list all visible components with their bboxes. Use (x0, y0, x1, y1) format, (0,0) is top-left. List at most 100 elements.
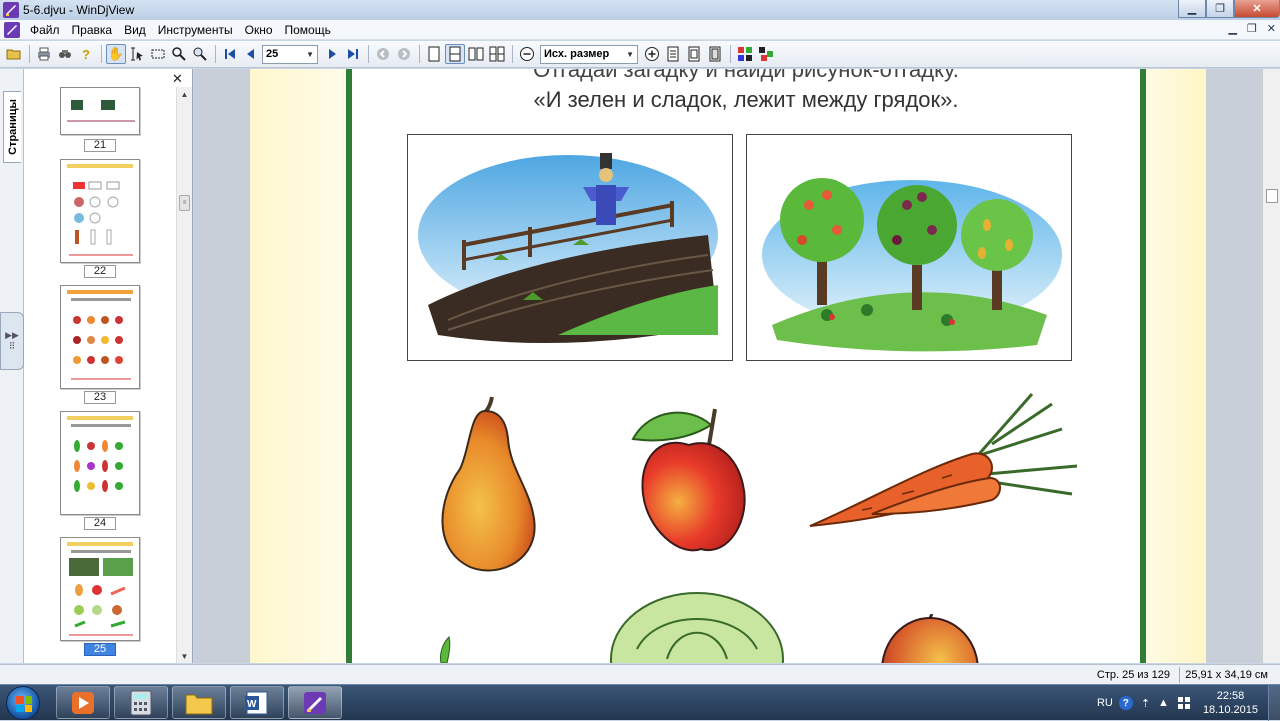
menu-window[interactable]: Окно (239, 20, 279, 40)
taskbar-explorer[interactable] (172, 686, 226, 719)
open-icon[interactable] (4, 44, 24, 64)
menu-file[interactable]: Файл (24, 20, 66, 40)
thumbnail-label-23[interactable]: 23 (84, 391, 116, 404)
network-icon[interactable] (1177, 696, 1191, 710)
help-icon[interactable]: ? (76, 44, 96, 64)
clock-date: 18.10.2015 (1202, 704, 1258, 716)
media-player-icon (72, 691, 94, 714)
taskbar-calculator[interactable] (114, 686, 168, 719)
input-method-icon[interactable]: ⇡ (1141, 697, 1150, 710)
forward-icon[interactable] (394, 44, 414, 64)
document-page: Отгадай загадку и найди рисунок-отгадку.… (250, 69, 1206, 663)
close-button[interactable]: ✕ (1234, 0, 1280, 18)
windows-logo-icon (16, 696, 32, 712)
calculator-icon (130, 690, 152, 715)
find-icon[interactable] (55, 44, 75, 64)
text-select-icon[interactable] (127, 44, 147, 64)
page-number-combo[interactable]: 25 ▼ (262, 44, 318, 64)
zoom-icon[interactable] (169, 44, 189, 64)
pages-sidebar: Страницы ▶▶ ⠿ ✕ 21 22 23 24 25 ▲ ≡ ▼ (0, 69, 193, 663)
taskbar-media-player[interactable] (56, 686, 110, 719)
windjview-app-icon[interactable] (3, 2, 19, 18)
sidebar-close-icon[interactable]: ✕ (172, 71, 183, 87)
menu-view[interactable]: Вид (118, 20, 152, 40)
thumbnail-label-24[interactable]: 24 (84, 517, 116, 530)
zoom-out-icon[interactable] (517, 44, 537, 64)
toolbar: ? ✋ 25 ▼ Исх. размер ▼ (0, 41, 1280, 68)
fit-width-icon[interactable] (684, 44, 704, 64)
doc-minimize-icon[interactable]: ▁ (1228, 22, 1236, 35)
page-border-right (1140, 69, 1146, 663)
thumbnail-scrollbar[interactable]: ▲ ≡ ▼ (176, 87, 192, 663)
taskbar-windjview[interactable] (288, 686, 342, 719)
help-tray-icon[interactable]: ? (1118, 696, 1133, 710)
thumbnail-page-22[interactable] (60, 159, 140, 263)
sidebar-collapse-handle[interactable]: ▶▶ ⠿ (0, 312, 24, 370)
single-page-icon[interactable] (424, 44, 444, 64)
clock[interactable]: 22:58 18.10.2015 (1203, 689, 1258, 717)
menu-tools[interactable]: Инструменты (152, 20, 239, 40)
scroll-up-icon[interactable]: ▲ (177, 87, 192, 101)
taskbar: W RU ? ⇡ ▲ 22:58 18.10.2015 (0, 684, 1280, 721)
document-scrollbar[interactable] (1262, 69, 1280, 663)
chevron-down-icon: ▼ (626, 49, 634, 59)
svg-text:W: W (247, 699, 257, 710)
fit-page-icon[interactable] (663, 44, 683, 64)
doc-close-icon[interactable]: ✕ (1267, 22, 1276, 35)
peach-picture (881, 614, 979, 663)
show-desktop-button[interactable] (1268, 685, 1280, 721)
first-page-icon[interactable] (220, 44, 240, 64)
taskbar-word[interactable]: W (230, 686, 284, 719)
system-tray: RU ? ⇡ ▲ 22:58 18.10.2015 (1097, 685, 1280, 721)
facing-pages-icon[interactable] (466, 44, 486, 64)
menu-edit[interactable]: Правка (66, 20, 119, 40)
cabbage-picture (610, 592, 784, 663)
prev-page-icon[interactable] (241, 44, 261, 64)
scarecrow-garden-picture (407, 134, 733, 361)
continuous-facing-icon[interactable] (487, 44, 507, 64)
document-scroll-thumb[interactable] (1266, 189, 1278, 203)
next-page-icon[interactable] (322, 44, 342, 64)
clock-time: 22:58 (1216, 690, 1245, 702)
document-menu-icon[interactable] (4, 21, 20, 38)
language-indicator[interactable]: RU (1097, 697, 1113, 709)
scroll-thumb[interactable]: ≡ (179, 195, 190, 211)
thumbnail-page-23[interactable] (60, 285, 140, 389)
windjview-taskbar-icon (304, 691, 326, 714)
last-page-icon[interactable] (343, 44, 363, 64)
continuous-icon[interactable] (445, 44, 465, 64)
thumbnail-page-25[interactable] (60, 537, 140, 641)
page-info: Стр. 25 из 129 (1096, 669, 1170, 681)
maximize-button[interactable]: ❐ (1206, 0, 1234, 18)
back-icon[interactable] (373, 44, 393, 64)
display-mode-icon[interactable] (756, 44, 776, 64)
rect-select-icon[interactable] (148, 44, 168, 64)
start-button[interactable] (6, 686, 40, 720)
thumbnail-page-21[interactable] (60, 87, 140, 135)
apple-picture (631, 408, 746, 552)
zoom-in-icon[interactable] (642, 44, 662, 64)
zoom-combo[interactable]: Исх. размер ▼ (540, 44, 638, 64)
word-icon: W (245, 691, 268, 714)
fruit-orchard-picture (746, 134, 1072, 361)
thumbnail-label-25[interactable]: 25 (84, 643, 116, 656)
print-icon[interactable] (34, 44, 54, 64)
menu-help[interactable]: Помощь (279, 20, 337, 40)
zoom-rect-icon[interactable] (190, 44, 210, 64)
thumbnail-label-22[interactable]: 22 (84, 265, 116, 278)
actual-size-icon[interactable] (705, 44, 725, 64)
thumbnail-label-21[interactable]: 21 (84, 139, 116, 152)
menu-bar: Файл Правка Вид Инструменты Окно Помощь (0, 20, 1280, 40)
pear-picture (441, 396, 536, 572)
document-view[interactable]: Отгадай загадку и найди рисунок-отгадку.… (194, 69, 1262, 663)
thumbnail-page-24[interactable] (60, 411, 140, 515)
riddle-instruction: Отгадай загадку и найди рисунок-отгадку. (533, 69, 959, 82)
tab-pages[interactable]: Страницы (3, 91, 21, 163)
scroll-down-icon[interactable]: ▼ (177, 649, 192, 663)
hand-tool-icon[interactable]: ✋ (106, 44, 126, 64)
carrot-picture (809, 393, 1078, 527)
show-hidden-icons[interactable]: ▲ (1158, 697, 1169, 709)
doc-restore-icon[interactable]: ❐ (1247, 22, 1257, 35)
minimize-button[interactable]: ▁ (1178, 0, 1206, 18)
display-color-icon[interactable] (735, 44, 755, 64)
